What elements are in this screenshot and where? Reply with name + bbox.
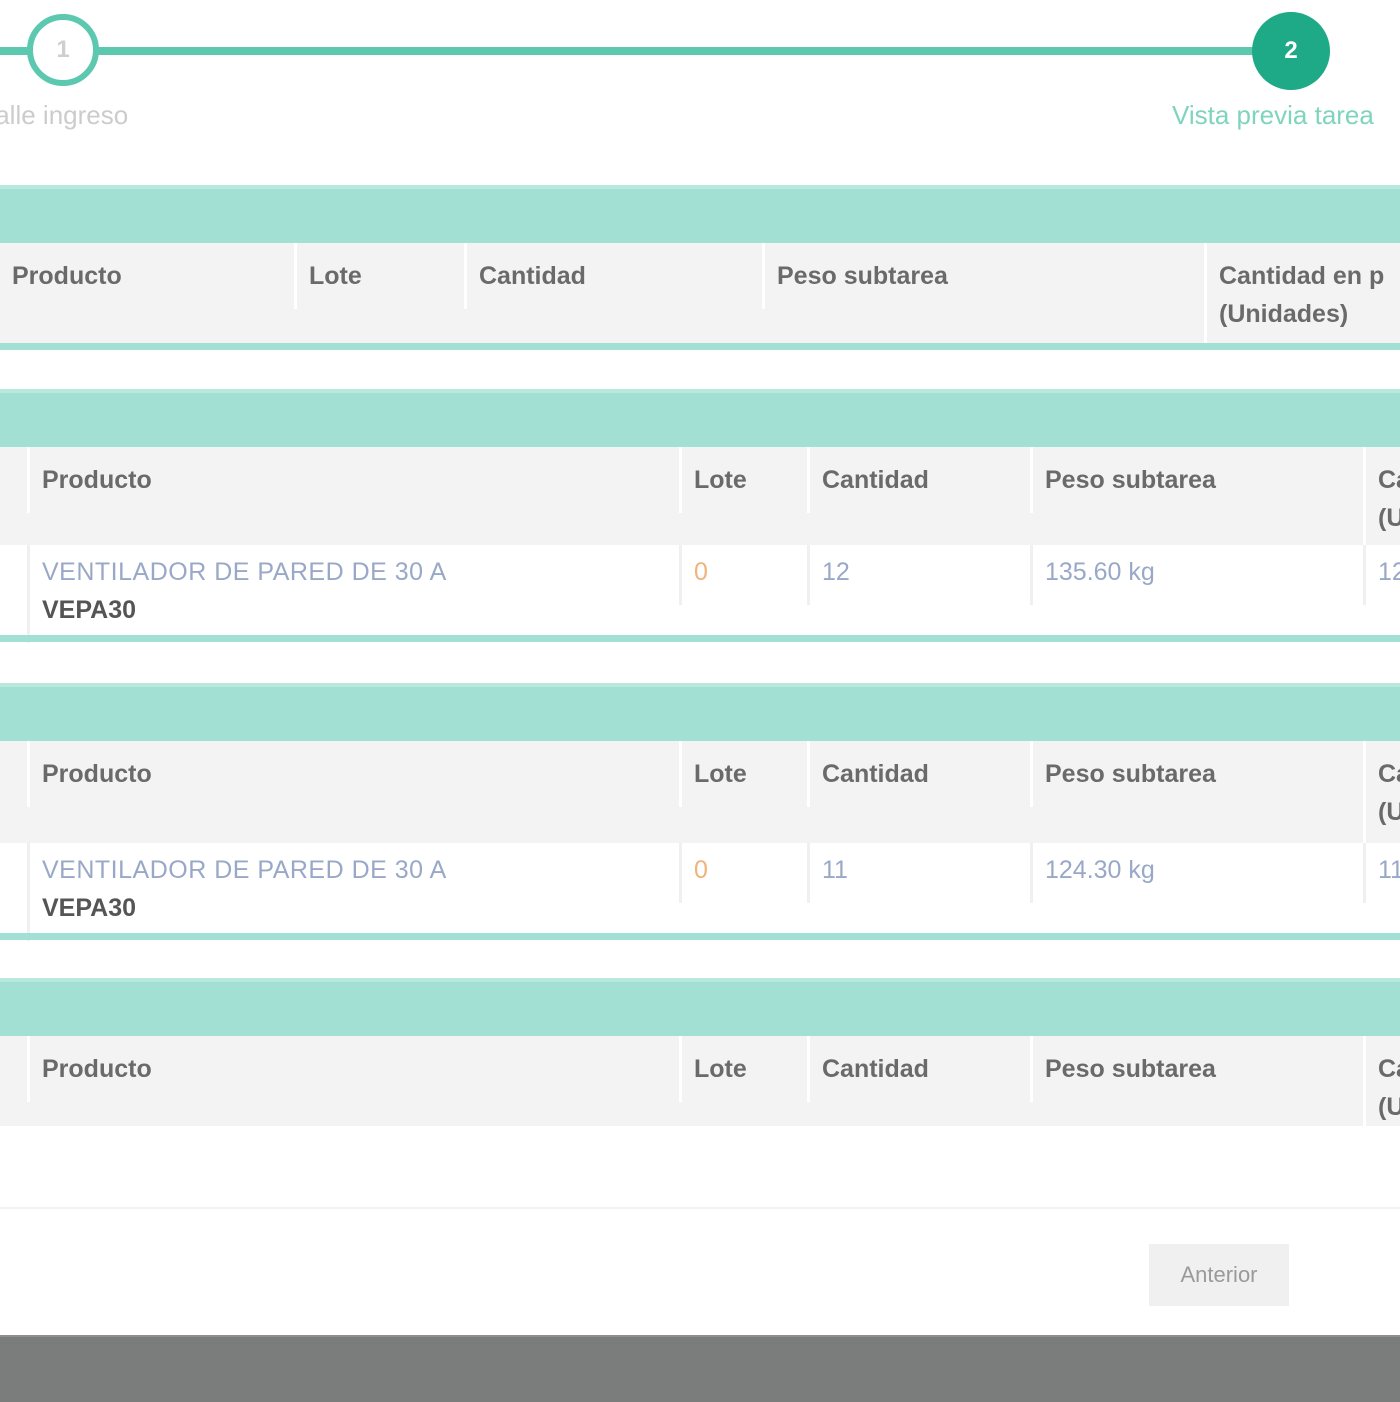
product-code: VEPA30 [42, 596, 137, 624]
column-header-cantidad: Cantidad [807, 741, 1030, 807]
table-row: VENTILADOR DE PARED DE 30 A VEPA30 0 11 … [0, 843, 1400, 941]
column-header-cantidad-en-paquetes: Cantidad en p (Unidades) [1204, 243, 1400, 347]
cantidad-cell: 11 [807, 843, 1030, 903]
step-2-indicator[interactable]: 2 [1252, 12, 1330, 90]
column-header-index [0, 1036, 27, 1064]
column-header-producto: Producto [27, 1036, 679, 1102]
table-row: VENTILADOR DE PARED DE 30 A VEPA30 0 12 … [0, 545, 1400, 643]
panel-header [0, 185, 1400, 243]
header-unit: (Unidades) [1219, 300, 1349, 328]
header-text: Ca [1378, 760, 1400, 788]
modal-footer-divider [0, 1207, 1400, 1209]
column-header-cantidad: Cantidad [464, 243, 762, 309]
product-code: VEPA30 [42, 894, 137, 922]
column-header-cantidad: Cantidad [807, 447, 1030, 513]
product-name-link[interactable]: VENTILADOR DE PARED DE 30 A [42, 553, 667, 591]
column-header-lote: Lote [679, 1036, 807, 1102]
header-text: Cantidad en p [1219, 262, 1385, 290]
column-header-producto: Producto [12, 262, 122, 290]
column-header-producto: Producto [27, 741, 679, 807]
panel-bottom-border [0, 933, 1400, 940]
panel-bottom-border [0, 343, 1400, 350]
column-header-lote: Lote [679, 741, 807, 807]
header-text: Ca [1378, 1055, 1400, 1083]
task-panel-1: Producto Lote Cantidad Peso subtarea Can… [0, 185, 1400, 350]
column-header-index [0, 741, 27, 769]
column-header-cantidad-en-paquetes: Ca (U [1363, 741, 1400, 845]
step-1-indicator[interactable]: 1 [27, 14, 99, 86]
task-panel-4: Producto Lote Cantidad Peso subtarea Ca … [0, 978, 1400, 1140]
column-header-cantidad-en-paquetes: Ca (U [1363, 447, 1400, 551]
product-cell: VENTILADOR DE PARED DE 30 A VEPA30 [27, 843, 679, 941]
table-header-row: Producto Lote Cantidad Peso subtarea Ca … [0, 1036, 1400, 1140]
lote-cell: 0 [679, 843, 807, 903]
column-header-cantidad: Cantidad [807, 1036, 1030, 1102]
header-unit: (U [1378, 504, 1400, 532]
panel-header [0, 389, 1400, 447]
row-index-cell [0, 843, 27, 871]
peso-cell: 135.60 kg [1030, 545, 1363, 605]
table-header-row: Producto Lote Cantidad Peso subtarea Ca … [0, 741, 1400, 845]
unidades-cell: 12 [1363, 545, 1400, 605]
cantidad-cell: 12 [807, 545, 1030, 605]
peso-cell: 124.30 kg [1030, 843, 1363, 903]
column-header-index [0, 447, 27, 475]
product-cell: VENTILADOR DE PARED DE 30 A VEPA30 [27, 545, 679, 643]
column-header-peso-subtarea: Peso subtarea [1030, 741, 1363, 807]
task-panel-2: Producto Lote Cantidad Peso subtarea Ca … [0, 389, 1400, 643]
product-name-link[interactable]: VENTILADOR DE PARED DE 30 A [42, 851, 667, 889]
row-index-cell [0, 545, 27, 573]
lote-cell: 0 [679, 545, 807, 605]
column-header-cantidad-en-paquetes: Ca (U [1363, 1036, 1400, 1140]
header-unit: (U [1378, 1093, 1400, 1121]
page-footer-bar [0, 1335, 1400, 1402]
column-header-peso-subtarea: Peso subtarea [762, 243, 1204, 309]
panel-bottom-border [0, 635, 1400, 642]
column-header-lote: Lote [679, 447, 807, 513]
table-header-row: Producto Lote Cantidad Peso subtarea Can… [0, 243, 1400, 347]
wizard-stepper: 1 talle ingreso 2 Vista previa tarea [0, 0, 1400, 150]
stepper-progress-line [0, 47, 1290, 55]
table-header-row: Producto Lote Cantidad Peso subtarea Ca … [0, 447, 1400, 551]
panel-header [0, 978, 1400, 1036]
unidades-cell: 11 [1363, 843, 1400, 903]
step-2-label: Vista previa tarea [1172, 100, 1374, 130]
column-header-lote: Lote [294, 243, 464, 309]
step-1-label: talle ingreso [0, 100, 129, 130]
column-header-producto: Producto [27, 447, 679, 513]
column-header-peso-subtarea: Peso subtarea [1030, 1036, 1363, 1102]
header-text: Ca [1378, 466, 1400, 494]
panel-header [0, 683, 1400, 741]
previous-button[interactable]: Anterior [1149, 1244, 1289, 1306]
task-panel-3: Producto Lote Cantidad Peso subtarea Ca … [0, 683, 1400, 941]
header-unit: (U [1378, 798, 1400, 826]
column-header-peso-subtarea: Peso subtarea [1030, 447, 1363, 513]
